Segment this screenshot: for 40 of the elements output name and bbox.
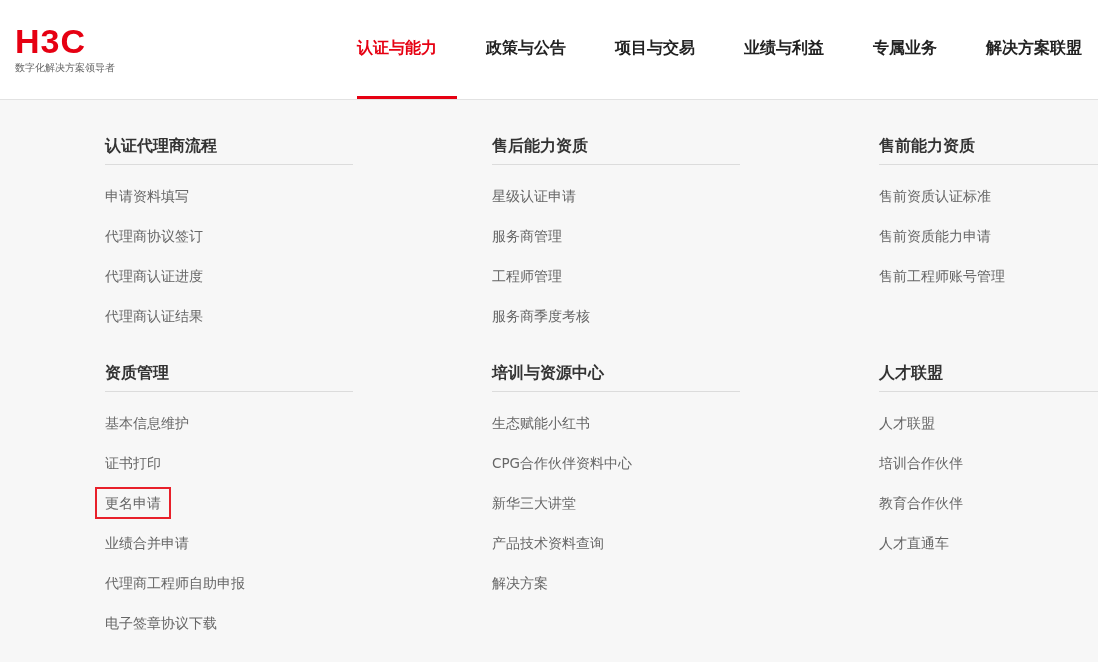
menu-link[interactable]: 星级认证申请 — [482, 180, 586, 212]
section-heading: 认证代理商流程 — [105, 136, 353, 165]
logo-tagline: 数字化解决方案领导者 — [15, 62, 115, 74]
nav-tab[interactable]: 认证与能力 — [357, 0, 457, 99]
section-heading: 人才联盟 — [879, 363, 1098, 392]
menu-link[interactable]: 新华三大讲堂 — [482, 487, 586, 519]
menu-link[interactable]: 业绩合并申请 — [95, 527, 199, 559]
menu-link[interactable]: 证书打印 — [95, 447, 171, 479]
menu-link[interactable]: 生态赋能小红书 — [482, 407, 600, 439]
menu-link[interactable]: 人才联盟 — [869, 407, 945, 439]
menu-link[interactable]: 服务商季度考核 — [482, 300, 600, 332]
section-heading: 售前能力资质 — [879, 136, 1098, 165]
nav-tab[interactable]: 业绩与利益 — [744, 0, 844, 99]
section-heading: 资质管理 — [105, 363, 353, 392]
nav-tab[interactable]: 解决方案联盟 — [986, 0, 1082, 99]
nav-tab[interactable]: 专属业务 — [873, 0, 957, 99]
section-heading: 培训与资源中心 — [492, 363, 740, 392]
menu-link[interactable]: CPG合作伙伴资料中心 — [482, 447, 643, 479]
menu-link[interactable]: 售前资质认证标准 — [869, 180, 1001, 212]
menu-link[interactable]: 产品技术资料查询 — [482, 527, 614, 559]
menu-link[interactable]: 售前工程师账号管理 — [869, 260, 1015, 292]
nav-tab[interactable]: 项目与交易 — [615, 0, 715, 99]
section-heading: 售后能力资质 — [492, 136, 740, 165]
menu-link[interactable]: 售前资质能力申请 — [869, 220, 1001, 252]
menu-link[interactable]: 申请资料填写 — [95, 180, 199, 212]
menu-link[interactable]: 基本信息维护 — [95, 407, 199, 439]
menu-link[interactable]: 电子签章协议下载 — [95, 607, 227, 639]
logo[interactable]: H3C — [15, 24, 115, 58]
menu-link[interactable]: 培训合作伙伴 — [869, 447, 973, 479]
menu-link[interactable]: 教育合作伙伴 — [869, 487, 973, 519]
menu-link[interactable]: 代理商认证结果 — [95, 300, 213, 332]
menu-link[interactable]: 代理商认证进度 — [95, 260, 213, 292]
menu-link[interactable]: 工程师管理 — [482, 260, 572, 292]
nav-tab[interactable]: 政策与公告 — [486, 0, 586, 99]
menu-link[interactable]: 人才直通车 — [869, 527, 959, 559]
menu-link[interactable]: 服务商管理 — [482, 220, 572, 252]
menu-link[interactable]: 代理商协议签订 — [95, 220, 213, 252]
menu-link[interactable]: 解决方案 — [482, 567, 558, 599]
menu-link[interactable]: 更名申请 — [95, 487, 171, 519]
menu-link[interactable]: 代理商工程师自助申报 — [95, 567, 255, 599]
